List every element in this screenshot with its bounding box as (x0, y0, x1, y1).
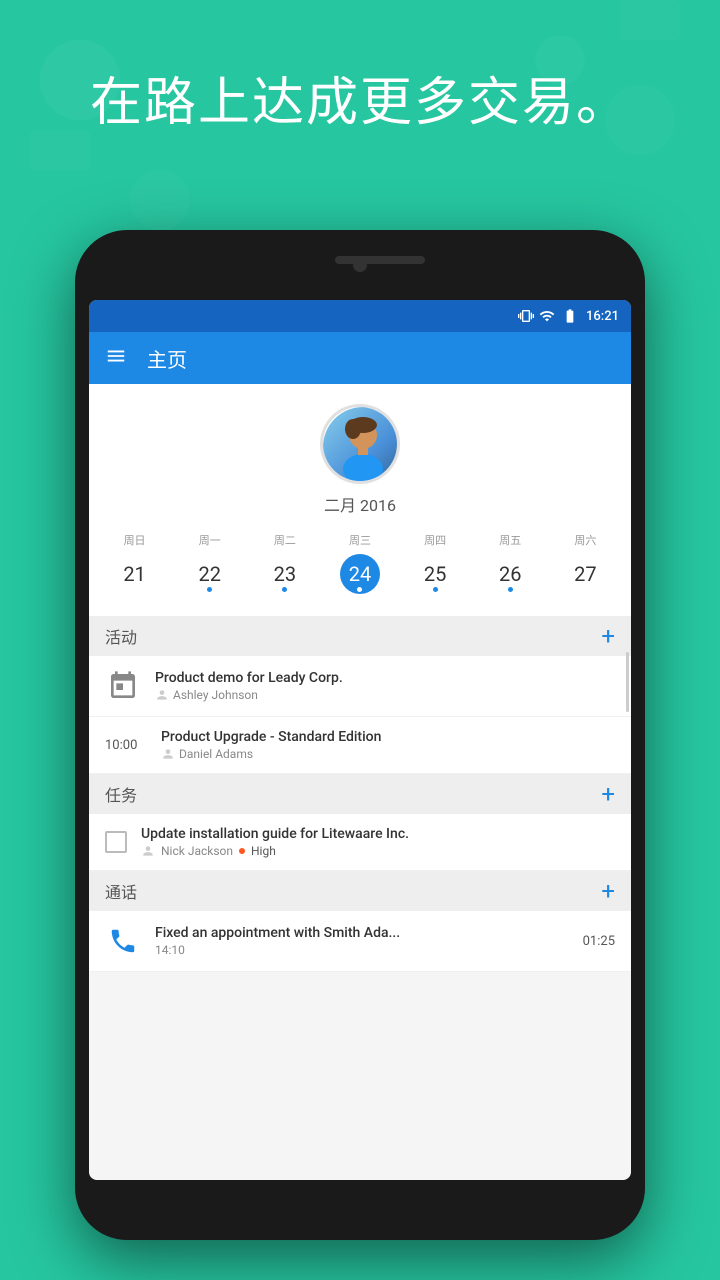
day-header-sun: 周日 (115, 532, 155, 548)
activity-content-2: Product Upgrade - Standard Edition Danie… (161, 729, 615, 761)
call-time-1: 14:10 (155, 943, 569, 957)
phone-frame: 16:21 主页 (75, 230, 645, 1240)
call-item-1[interactable]: Fixed an appointment with Smith Ada... 1… (89, 911, 631, 972)
tasks-title: 任务 (105, 782, 137, 806)
task-priority-1: High (251, 844, 276, 858)
tasks-section-header: 任务 + (89, 774, 631, 814)
activity-title-1: Product demo for Leady Corp. (155, 670, 615, 686)
day-24[interactable]: 24 (340, 554, 380, 594)
scroll-indicator (626, 652, 629, 712)
month-label: 二月 2016 (324, 492, 396, 516)
activity-title-2: Product Upgrade - Standard Edition (161, 729, 615, 745)
day-header-fri: 周五 (490, 532, 530, 548)
avatar[interactable] (320, 404, 400, 484)
call-duration-1: 01:25 (583, 934, 615, 949)
activity-content-1: Product demo for Leady Corp. Ashley John… (155, 670, 615, 702)
activity-person-2: Daniel Adams (179, 747, 253, 761)
app-title: 主页 (147, 344, 187, 373)
activity-item-2[interactable]: 10:00 Product Upgrade - Standard Edition… (89, 717, 631, 774)
vibrate-icon (518, 308, 534, 324)
phone-screen: 16:21 主页 (89, 300, 631, 1180)
calendar-icon-1 (105, 668, 141, 704)
day-22[interactable]: 22 (190, 554, 230, 594)
activity-sub-1: Ashley Johnson (155, 688, 615, 702)
add-activity-button[interactable]: + (601, 624, 615, 648)
headline: 在路上达成更多交易。 (0, 60, 720, 135)
activity-time-2: 10:00 (105, 738, 147, 753)
task-content-1: Update installation guide for Litewaare … (141, 826, 615, 858)
task-checkbox-1[interactable] (105, 831, 127, 853)
day-27[interactable]: 27 (565, 554, 605, 594)
day-header-wed: 周三 (340, 532, 380, 548)
day-header-sat: 周六 (565, 532, 605, 548)
calls-section-header: 通话 + (89, 871, 631, 911)
battery-icon (560, 308, 580, 324)
calendar-week: 周日 周一 周二 周三 周四 周五 周六 21 22 23 24 25 26 2… (89, 526, 631, 606)
call-content-1: Fixed an appointment with Smith Ada... 1… (155, 925, 569, 957)
user-icon-2 (161, 747, 175, 761)
day-26[interactable]: 26 (490, 554, 530, 594)
add-task-button[interactable]: + (601, 782, 615, 806)
status-icons (518, 308, 580, 324)
activity-person-1: Ashley Johnson (173, 688, 258, 702)
task-sub-1: Nick Jackson High (141, 844, 615, 858)
speaker (335, 256, 425, 264)
status-bar: 16:21 (89, 300, 631, 332)
calls-title: 通话 (105, 879, 137, 903)
day-numbers: 21 22 23 24 25 26 27 (89, 550, 631, 598)
user-icon-1 (155, 688, 169, 702)
day-21[interactable]: 21 (115, 554, 155, 594)
user-icon-task-1 (141, 844, 155, 858)
activity-item-1[interactable]: Product demo for Leady Corp. Ashley John… (89, 656, 631, 717)
profile-section: 二月 2016 周日 周一 周二 周三 周四 周五 周六 21 22 23 24 (89, 384, 631, 616)
day-headers: 周日 周一 周二 周三 周四 周五 周六 (89, 530, 631, 550)
day-header-thu: 周四 (415, 532, 455, 548)
task-title-1: Update installation guide for Litewaare … (141, 826, 615, 842)
avatar-image (323, 407, 400, 484)
status-time: 16:21 (586, 309, 619, 324)
app-bar: 主页 (89, 332, 631, 384)
activities-title: 活动 (105, 624, 137, 648)
day-header-tue: 周二 (265, 532, 305, 548)
task-item-1[interactable]: Update installation guide for Litewaare … (89, 814, 631, 871)
call-title-1: Fixed an appointment with Smith Ada... (155, 925, 569, 941)
task-person-1: Nick Jackson (161, 844, 233, 858)
add-call-button[interactable]: + (601, 879, 615, 903)
hamburger-icon[interactable] (105, 345, 127, 372)
day-23[interactable]: 23 (265, 554, 305, 594)
activities-section-header: 活动 + (89, 616, 631, 656)
wifi-icon (539, 308, 555, 324)
day-25[interactable]: 25 (415, 554, 455, 594)
activity-sub-2: Daniel Adams (161, 747, 615, 761)
priority-dot-1 (239, 848, 245, 854)
call-icon-1 (105, 923, 141, 959)
day-header-mon: 周一 (190, 532, 230, 548)
